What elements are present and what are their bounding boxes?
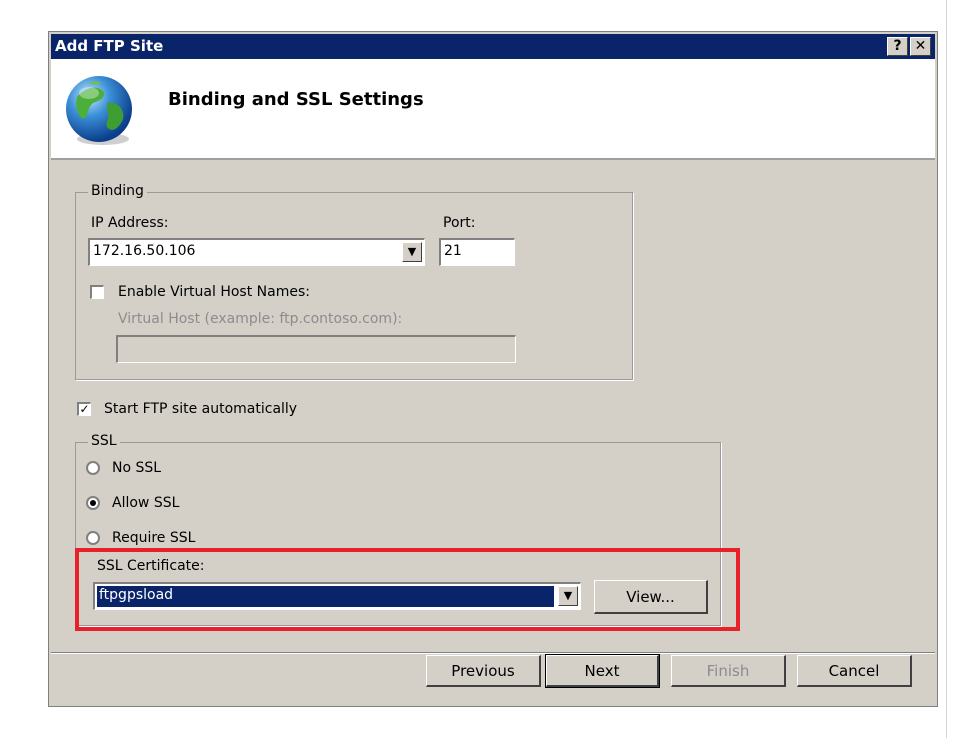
annotation-highlight-box: [75, 548, 740, 631]
start-automatically-label: Start FTP site automatically: [104, 401, 298, 417]
close-button[interactable]: ✕: [910, 37, 931, 56]
help-button[interactable]: ?: [887, 37, 908, 56]
enable-virtual-host-label: Enable Virtual Host Names:: [118, 284, 310, 300]
require-ssl-radio[interactable]: [86, 531, 100, 545]
start-automatically-checkbox[interactable]: ✓: [77, 402, 91, 416]
footer-separator: [51, 652, 935, 654]
binding-group: Binding IP Address: Port: 172.16.50.106 …: [75, 183, 633, 380]
previous-button[interactable]: Previous: [426, 655, 541, 687]
next-button[interactable]: Next: [545, 654, 660, 688]
port-field[interactable]: 21: [439, 238, 515, 266]
virtual-host-field[interactable]: [116, 335, 516, 363]
virtual-host-label: Virtual Host (example: ftp.contoso.com):: [118, 311, 403, 327]
port-label: Port:: [443, 215, 476, 231]
chevron-down-icon[interactable]: ▼: [402, 242, 422, 262]
ssl-legend: SSL: [88, 433, 120, 449]
allow-ssl-label: Allow SSL: [112, 495, 180, 511]
ip-address-dropdown[interactable]: 172.16.50.106 ▼: [88, 238, 425, 266]
require-ssl-label: Require SSL: [112, 530, 196, 546]
ip-address-value: 172.16.50.106: [93, 243, 196, 259]
no-ssl-label: No SSL: [112, 460, 162, 476]
ip-address-label: IP Address:: [91, 215, 169, 231]
binding-legend: Binding: [88, 183, 147, 199]
cancel-button[interactable]: Cancel: [797, 655, 912, 687]
port-value: 21: [444, 243, 462, 259]
title-bar[interactable]: Add FTP Site ? ✕: [51, 34, 935, 59]
finish-button[interactable]: Finish: [671, 655, 786, 687]
enable-virtual-host-checkbox[interactable]: [90, 285, 104, 299]
no-ssl-radio[interactable]: [86, 461, 100, 475]
wizard-header: Binding and SSL Settings: [51, 59, 935, 160]
allow-ssl-radio[interactable]: [86, 496, 100, 510]
page-divider: [946, 0, 947, 738]
page-title: Binding and SSL Settings: [168, 89, 424, 110]
globe-icon: [66, 76, 132, 145]
window-title: Add FTP Site: [55, 37, 164, 55]
